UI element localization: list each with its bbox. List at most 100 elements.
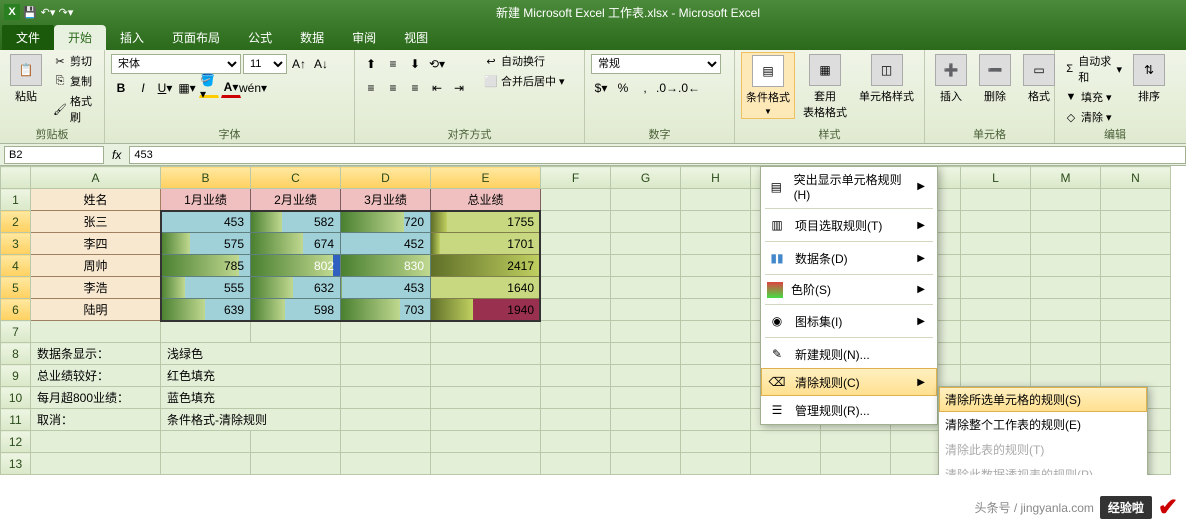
- name-box[interactable]: [4, 146, 104, 164]
- total-cell[interactable]: 1755: [431, 211, 541, 233]
- delete-button[interactable]: ➖删除: [975, 52, 1015, 106]
- clear-selected-cells[interactable]: 清除所选单元格的规则(S): [939, 387, 1147, 412]
- align-center-icon[interactable]: ≡: [383, 78, 403, 98]
- row-header-10[interactable]: 10: [1, 387, 31, 409]
- cell[interactable]: [431, 431, 541, 453]
- align-top-icon[interactable]: ⬆: [361, 54, 381, 74]
- row-header-1[interactable]: 1: [1, 189, 31, 211]
- cell[interactable]: [821, 453, 891, 475]
- cell[interactable]: [541, 343, 611, 365]
- cell[interactable]: [1031, 365, 1101, 387]
- data-cell[interactable]: 598: [251, 299, 341, 321]
- data-cell[interactable]: 674: [251, 233, 341, 255]
- cell[interactable]: [1101, 211, 1171, 233]
- wrap-button[interactable]: ↩自动换行: [481, 52, 568, 70]
- data-cell[interactable]: 575: [161, 233, 251, 255]
- data-cell[interactable]: 703: [341, 299, 431, 321]
- cell[interactable]: [341, 453, 431, 475]
- shrink-font-icon[interactable]: A↓: [311, 54, 331, 74]
- cell[interactable]: [1031, 299, 1101, 321]
- cell[interactable]: [341, 365, 431, 387]
- cell[interactable]: [681, 453, 751, 475]
- name-cell[interactable]: 陆明: [31, 299, 161, 321]
- cell[interactable]: [681, 431, 751, 453]
- border-icon[interactable]: ▦▾: [177, 78, 197, 98]
- bold-icon[interactable]: B: [111, 78, 131, 98]
- cell[interactable]: [611, 299, 681, 321]
- cell[interactable]: [751, 453, 821, 475]
- data-cell[interactable]: 452: [341, 233, 431, 255]
- painter-button[interactable]: 🖌格式刷: [50, 92, 98, 126]
- info-label[interactable]: 取消：: [31, 409, 161, 431]
- comma-icon[interactable]: ,: [635, 78, 655, 98]
- name-cell[interactable]: 张三: [31, 211, 161, 233]
- data-cell[interactable]: 720: [341, 211, 431, 233]
- menu-iconsets[interactable]: ◉图标集(I)▶: [761, 307, 937, 335]
- col-header-F[interactable]: F: [541, 167, 611, 189]
- menu-colorscales[interactable]: 色阶(S)▶: [761, 277, 937, 302]
- orientation-icon[interactable]: ⟲▾: [427, 54, 447, 74]
- cell[interactable]: [681, 409, 751, 431]
- info-label[interactable]: 总业绩较好：: [31, 365, 161, 387]
- cell[interactable]: [611, 453, 681, 475]
- align-left-icon[interactable]: ≡: [361, 78, 381, 98]
- cell[interactable]: [961, 321, 1031, 343]
- cell[interactable]: [1101, 321, 1171, 343]
- cell[interactable]: [681, 255, 751, 277]
- total-cell[interactable]: 1940: [431, 299, 541, 321]
- inc-decimal-icon[interactable]: .0→: [657, 78, 677, 98]
- cell[interactable]: [611, 189, 681, 211]
- name-cell[interactable]: 周帅: [31, 255, 161, 277]
- tab-home[interactable]: 开始: [54, 25, 106, 50]
- clear-entire-sheet[interactable]: 清除整个工作表的规则(E): [939, 412, 1147, 437]
- data-cell[interactable]: 453: [161, 211, 251, 233]
- cell[interactable]: [1101, 365, 1171, 387]
- col-header-D[interactable]: D: [341, 167, 431, 189]
- cell[interactable]: [541, 299, 611, 321]
- insert-button[interactable]: ➕插入: [931, 52, 971, 106]
- cell[interactable]: [31, 431, 161, 453]
- cell[interactable]: [681, 189, 751, 211]
- row-header-12[interactable]: 12: [1, 431, 31, 453]
- cell[interactable]: [1031, 211, 1101, 233]
- cell[interactable]: [961, 365, 1031, 387]
- fill-button[interactable]: ▼填充▾: [1061, 88, 1125, 106]
- fill-color-icon[interactable]: 🪣▾: [199, 78, 219, 98]
- tab-view[interactable]: 视图: [390, 25, 442, 50]
- header-cell[interactable]: 3月业绩: [341, 189, 431, 211]
- cell[interactable]: [431, 387, 541, 409]
- cell[interactable]: [611, 233, 681, 255]
- row-header-9[interactable]: 9: [1, 365, 31, 387]
- total-cell[interactable]: 1640: [431, 277, 541, 299]
- menu-clear-rules[interactable]: ⌫清除规则(C)▶: [761, 368, 937, 396]
- data-cell[interactable]: 582: [251, 211, 341, 233]
- cell[interactable]: [611, 343, 681, 365]
- cut-button[interactable]: ✂剪切: [50, 52, 98, 70]
- header-cell[interactable]: 1月业绩: [161, 189, 251, 211]
- cell[interactable]: [31, 453, 161, 475]
- align-bottom-icon[interactable]: ⬇: [405, 54, 425, 74]
- cell[interactable]: [611, 255, 681, 277]
- tab-data[interactable]: 数据: [286, 25, 338, 50]
- font-size-select[interactable]: 11: [243, 54, 287, 74]
- row-header-11[interactable]: 11: [1, 409, 31, 431]
- select-all-corner[interactable]: [1, 167, 31, 189]
- data-cell[interactable]: 785: [161, 255, 251, 277]
- info-label[interactable]: 每月超800业绩：: [31, 387, 161, 409]
- cell[interactable]: [1101, 255, 1171, 277]
- cell[interactable]: [1101, 233, 1171, 255]
- cell[interactable]: [961, 277, 1031, 299]
- cell[interactable]: [961, 189, 1031, 211]
- cell[interactable]: [611, 365, 681, 387]
- cell[interactable]: [541, 321, 611, 343]
- cell[interactable]: [341, 431, 431, 453]
- cell[interactable]: [681, 211, 751, 233]
- number-format-select[interactable]: 常规: [591, 54, 721, 74]
- menu-databars[interactable]: ▮▮数据条(D)▶: [761, 244, 937, 272]
- cell[interactable]: [541, 409, 611, 431]
- row-header-4[interactable]: 4: [1, 255, 31, 277]
- cell[interactable]: [341, 343, 431, 365]
- cell[interactable]: [1031, 321, 1101, 343]
- col-header-M[interactable]: M: [1031, 167, 1101, 189]
- fx-icon[interactable]: fx: [112, 148, 121, 162]
